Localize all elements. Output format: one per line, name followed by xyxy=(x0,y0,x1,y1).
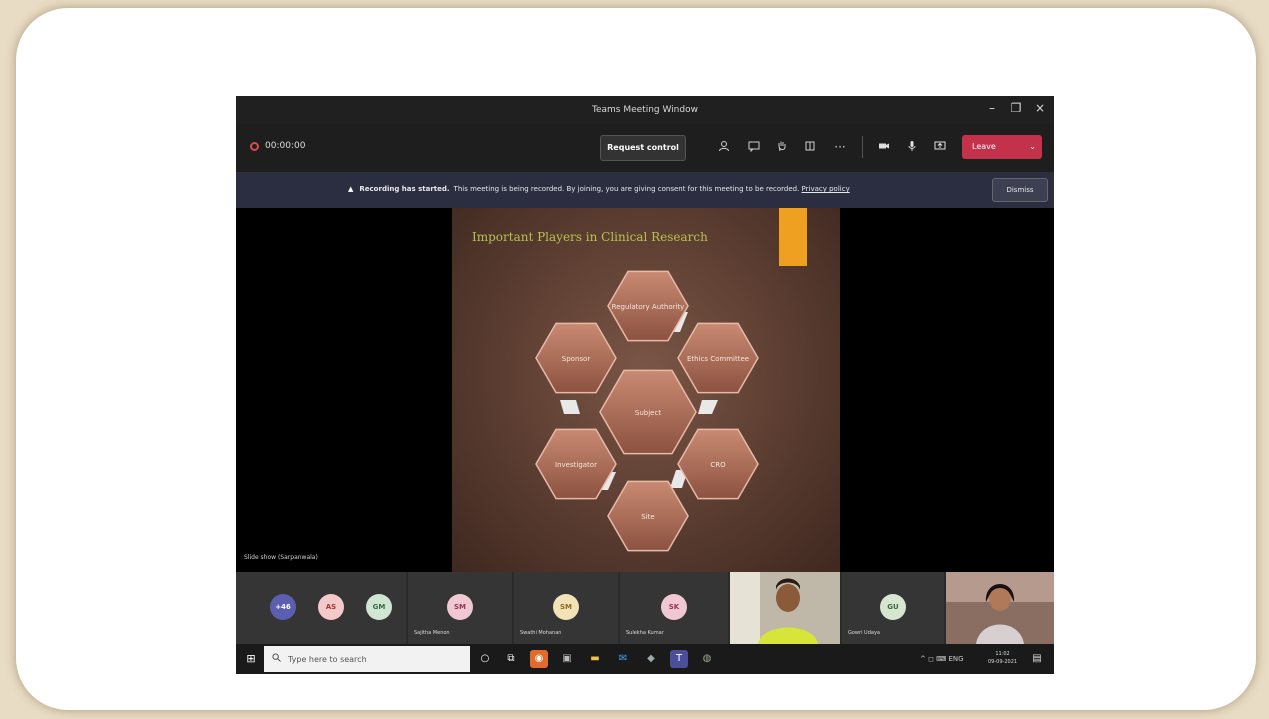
participant-tile[interactable]: SK Sulekha Kumar xyxy=(620,572,728,644)
window-title: Teams Meeting Window xyxy=(592,105,698,115)
clock-date: 09-09-2021 xyxy=(988,659,1018,665)
hexagon-label: Regulatory Authority xyxy=(612,303,685,311)
avatar: SM xyxy=(447,594,473,620)
task-view-icon[interactable]: ⧉ xyxy=(502,650,520,668)
windows-start-icon[interactable]: ⊞ xyxy=(242,650,260,668)
participant-name: Sajitha Menon xyxy=(414,630,450,636)
avatar: GU xyxy=(880,594,906,620)
leave-label: Leave xyxy=(972,142,996,151)
chevron-down-icon[interactable]: ⌄ xyxy=(1029,135,1036,159)
recording-indicator: 00:00:00 xyxy=(250,141,305,151)
meeting-toolbar: 00:00:00 Request control ··· Leave ⌄ xyxy=(236,124,1054,172)
notification-icon[interactable]: ▤ xyxy=(1028,650,1046,668)
cortana-icon[interactable]: ○ xyxy=(476,650,494,668)
hexagon-label: Investigator xyxy=(555,461,597,469)
participant-tile[interactable]: SM Swathi Mohanan xyxy=(514,572,618,644)
dismiss-button[interactable]: Dismiss xyxy=(992,178,1048,202)
close-button[interactable]: × xyxy=(1032,101,1048,115)
recording-banner: ▲ Recording has started. This meeting is b… xyxy=(236,172,1054,208)
window-titlebar: Teams Meeting Window – ❐ × xyxy=(236,96,1054,124)
participant-tile[interactable]: +46 AS GM xyxy=(236,572,406,644)
minimize-button[interactable]: – xyxy=(984,101,1000,115)
edge-icon[interactable]: ◉ xyxy=(530,650,548,668)
search-icon xyxy=(272,653,281,664)
mail-icon[interactable]: ✉ xyxy=(614,650,632,668)
participant-name: Gowri Udaya xyxy=(848,630,880,636)
chat-icon[interactable] xyxy=(746,140,762,155)
connector-wedge xyxy=(698,400,718,414)
participant-name: Sulekha Kumar xyxy=(626,630,664,636)
rooms-icon[interactable] xyxy=(802,140,818,155)
participant-video[interactable] xyxy=(946,572,1054,644)
shared-slide: Important Players in Clinical Research R… xyxy=(452,208,840,572)
windows-taskbar: ⊞ Type here to search ○ ⧉ ◉ ▣ ▬ ✉ ◆ T ◍ … xyxy=(236,644,1054,674)
raise-hand-icon[interactable] xyxy=(774,140,790,155)
participant-tile[interactable]: SM Sajitha Menon xyxy=(408,572,512,644)
presenter-label: Slide show (Sarpanwala) xyxy=(244,554,318,561)
teams-icon[interactable]: T xyxy=(670,650,688,668)
participant-tile[interactable]: GU Gowri Udaya xyxy=(842,572,944,644)
privacy-policy-link[interactable]: Privacy policy xyxy=(802,185,850,193)
system-tray[interactable]: ^ ◻ ⌨ ENG xyxy=(920,655,964,663)
meeting-timer: 00:00:00 xyxy=(265,141,306,151)
taskbar-search[interactable]: Type here to search xyxy=(264,646,470,672)
request-control-button[interactable]: Request control xyxy=(600,135,686,161)
camera-icon[interactable] xyxy=(876,140,892,155)
connector-wedge xyxy=(560,400,580,414)
hexagon-label: Sponsor xyxy=(562,355,591,363)
share-icon[interactable] xyxy=(932,140,948,155)
participant-strip: +46 AS GM SM Sajitha Menon SM Swathi Moh… xyxy=(236,572,1054,644)
mic-icon[interactable] xyxy=(904,140,920,155)
participant-video[interactable] xyxy=(730,572,840,644)
hexagon-label: Subject xyxy=(635,409,661,417)
toolbar-divider xyxy=(862,136,863,158)
hexagon-diagram: Regulatory Authority Ethics Committee CRO S… xyxy=(535,270,759,552)
banner-message: ▲ Recording has started. This meeting is b… xyxy=(348,185,850,193)
maximize-button[interactable]: ❐ xyxy=(1008,101,1024,115)
participant-name: Swathi Mohanan xyxy=(520,630,562,636)
avatar: AS xyxy=(318,594,344,620)
leave-button[interactable]: Leave ⌄ xyxy=(962,135,1042,159)
file-explorer-icon[interactable]: ▬ xyxy=(586,650,604,668)
clock-time: 11:02 xyxy=(995,651,1010,657)
taskbar-clock[interactable]: 11:02 09-09-2021 xyxy=(988,650,1017,666)
avatar: SK xyxy=(661,594,687,620)
meeting-stage: Important Players in Clinical Research R… xyxy=(236,208,1054,572)
banner-text: This meeting is being recorded. By joini… xyxy=(453,185,800,193)
hexagon-label: CRO xyxy=(710,461,726,469)
search-placeholder: Type here to search xyxy=(288,655,367,664)
camera-feed-man xyxy=(730,572,840,644)
banner-bold-text: Recording has started. xyxy=(359,185,450,193)
store-icon[interactable]: ▣ xyxy=(558,650,576,668)
teams-meeting-screenshot: Teams Meeting Window – ❐ × 00:00:00 Requ… xyxy=(236,96,1054,674)
camera-feed-woman xyxy=(946,572,1054,644)
people-icon[interactable] xyxy=(716,140,732,155)
warning-icon: ▲ xyxy=(348,185,354,193)
hexagon-label: Ethics Committee xyxy=(687,355,749,363)
more-icon[interactable]: ··· xyxy=(832,140,848,154)
avatar: SM xyxy=(553,594,579,620)
avatar: +46 xyxy=(270,594,296,620)
app-icon[interactable]: ◆ xyxy=(642,650,660,668)
avatar: GM xyxy=(366,594,392,620)
chrome-icon[interactable]: ◍ xyxy=(698,650,716,668)
record-icon xyxy=(250,141,259,151)
hexagon-label: Site xyxy=(641,513,654,521)
